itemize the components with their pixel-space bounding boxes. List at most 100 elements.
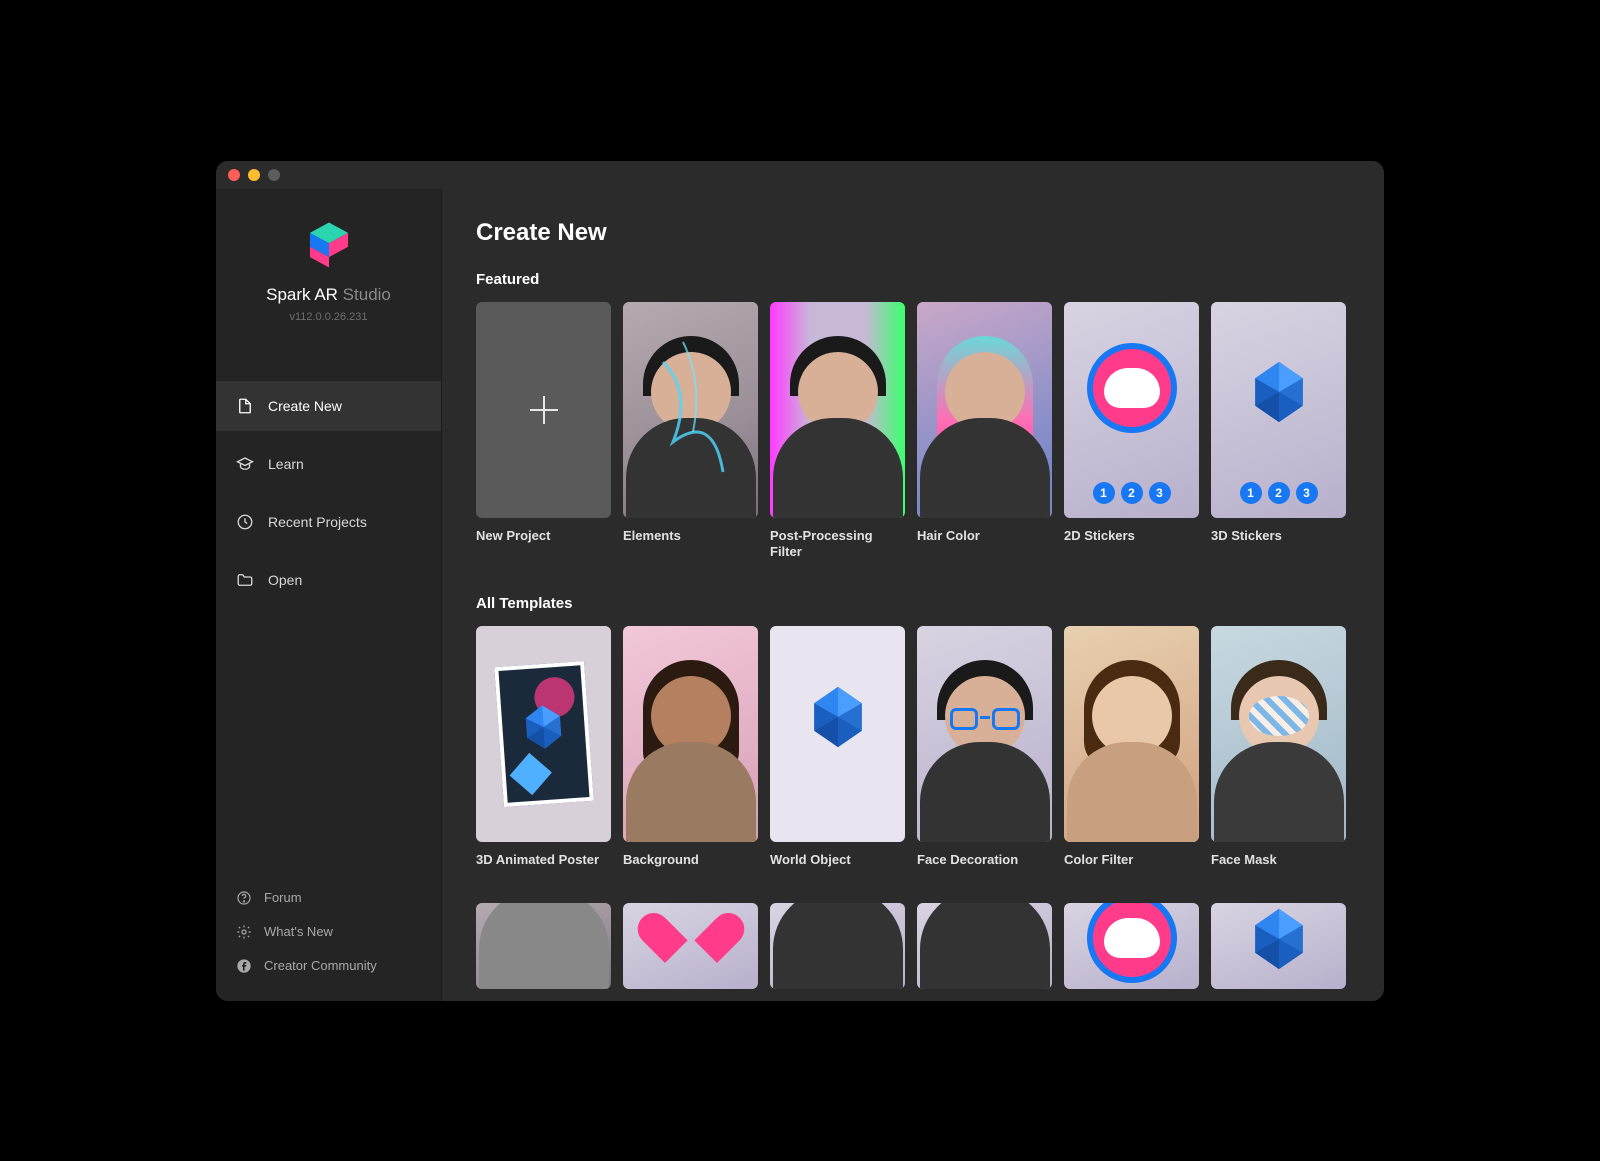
thumbnail[interactable] [476,903,611,989]
app-title: Spark AR Studio [266,285,391,305]
section: Featured New Project Elements Post-Processi… [476,271,1350,562]
graduation-icon [236,455,254,473]
thumbnail[interactable] [1211,626,1346,842]
thumbnail-blank[interactable] [476,302,611,518]
badge-icon: 2 [1268,482,1290,504]
help-icon [236,890,252,906]
icosahedron-icon [1251,360,1307,424]
badge-icon: 3 [1149,482,1171,504]
sidebar-bottom-what-s-new[interactable]: What's New [216,915,441,949]
sidebar-item-label: Create New [268,398,342,414]
app-suffix: Studio [343,285,391,304]
template-card-post-processing-filter[interactable]: Post-Processing Filter [770,302,905,562]
section-title: All Templates [476,595,1350,612]
template-card-3d-stickers[interactable]: 123 3D Stickers [1211,302,1346,562]
thumbnail[interactable] [476,626,611,842]
template-card-person-dark[interactable] [770,903,905,989]
template-grid: 3D Animated Poster Background World Object… [476,626,1350,869]
thumbnail[interactable] [770,626,905,842]
card-label: Background [623,852,758,869]
thumbnail[interactable] [623,903,758,989]
folder-icon [236,571,254,589]
template-card-elements[interactable]: Elements [623,302,758,562]
template-card-3d-animated-poster[interactable]: 3D Animated Poster [476,626,611,869]
thumbnail[interactable] [770,903,905,989]
thumbnail[interactable] [1064,903,1199,989]
badge-icon: 1 [1093,482,1115,504]
card-label: Elements [623,528,758,545]
template-card-sticker2d[interactable] [1064,903,1199,989]
badge-icon: 2 [1121,482,1143,504]
section-title: Featured [476,271,1350,288]
sidebar-bottom-forum[interactable]: Forum [216,881,441,915]
sidebar-item-open[interactable]: Open [216,555,441,605]
plus-icon [524,390,564,430]
sidebar-nav: Create New Learn Recent Projects Open [216,381,441,605]
template-card-person-headband[interactable] [917,903,1052,989]
sidebar-bottom-label: Creator Community [264,958,377,973]
section: All Templates 3D Animated Poster Backgroun… [476,595,1350,869]
section [476,903,1350,989]
template-card-hair-color[interactable]: Hair Color [917,302,1052,562]
thumbnail[interactable] [770,302,905,518]
sidebar-bottom-label: Forum [264,890,302,905]
sidebar-bottom-creator-community[interactable]: Creator Community [216,949,441,983]
thumbnail[interactable] [623,626,758,842]
sidebar-item-label: Learn [268,456,304,472]
card-label: Color Filter [1064,852,1199,869]
badge-icon: 1 [1240,482,1262,504]
thumbnail[interactable] [1211,903,1346,989]
template-card-heart[interactable] [623,903,758,989]
maximize-icon[interactable] [268,169,280,181]
card-label: 3D Stickers [1211,528,1346,545]
facebook-icon [236,958,252,974]
template-card-world-object[interactable]: World Object [770,626,905,869]
brand-block: Spark AR Studio v112.0.0.26.231 [216,189,441,347]
thumbnail[interactable] [1064,626,1199,842]
sidebar: Spark AR Studio v112.0.0.26.231 Create N… [216,189,442,1001]
icosahedron-icon [1251,907,1307,971]
app-window: Spark AR Studio v112.0.0.26.231 Create N… [216,161,1384,1001]
app-logo-icon [303,219,355,271]
template-card-2d-stickers[interactable]: 123 2D Stickers [1064,302,1199,562]
template-grid: New Project Elements Post-Processing Filte… [476,302,1350,562]
minimize-icon[interactable] [248,169,260,181]
thumbnail[interactable]: 123 [1211,302,1346,518]
sidebar-bottom-label: What's New [264,924,333,939]
sidebar-item-label: Open [268,572,302,588]
app-name: Spark AR [266,285,338,304]
sidebar-item-learn[interactable]: Learn [216,439,441,489]
template-card-person-plain[interactable] [476,903,611,989]
sidebar-bottom: Forum What's New Creator Community [216,873,441,1001]
card-label: Face Mask [1211,852,1346,869]
close-icon[interactable] [228,169,240,181]
template-card-new-project[interactable]: New Project [476,302,611,562]
sidebar-item-recent-projects[interactable]: Recent Projects [216,497,441,547]
template-grid [476,903,1350,989]
template-card-background[interactable]: Background [623,626,758,869]
card-label: Hair Color [917,528,1052,545]
thumbnail[interactable] [917,302,1052,518]
sidebar-item-create-new[interactable]: Create New [216,381,441,431]
app-version: v112.0.0.26.231 [289,311,367,323]
template-card-face-decoration[interactable]: Face Decoration [917,626,1052,869]
traffic-lights [228,169,280,181]
sidebar-item-label: Recent Projects [268,514,367,530]
card-label: 3D Animated Poster [476,852,611,869]
thumbnail[interactable] [917,626,1052,842]
titlebar [216,161,1384,189]
main-content[interactable]: Create New FeaturedNew ProjectElementsPo… [442,189,1384,1001]
icosahedron-icon [810,685,866,749]
template-card-icosa-only[interactable] [1211,903,1346,989]
card-label: World Object [770,852,905,869]
template-card-face-mask[interactable]: Face Mask [1211,626,1346,869]
template-card-color-filter[interactable]: Color Filter [1064,626,1199,869]
thumbnail[interactable] [623,302,758,518]
thumbnail[interactable] [917,903,1052,989]
card-label: 2D Stickers [1064,528,1199,545]
card-label: Face Decoration [917,852,1052,869]
badge-icon: 3 [1296,482,1318,504]
gear-icon [236,924,252,940]
thumbnail[interactable]: 123 [1064,302,1199,518]
clock-icon [236,513,254,531]
